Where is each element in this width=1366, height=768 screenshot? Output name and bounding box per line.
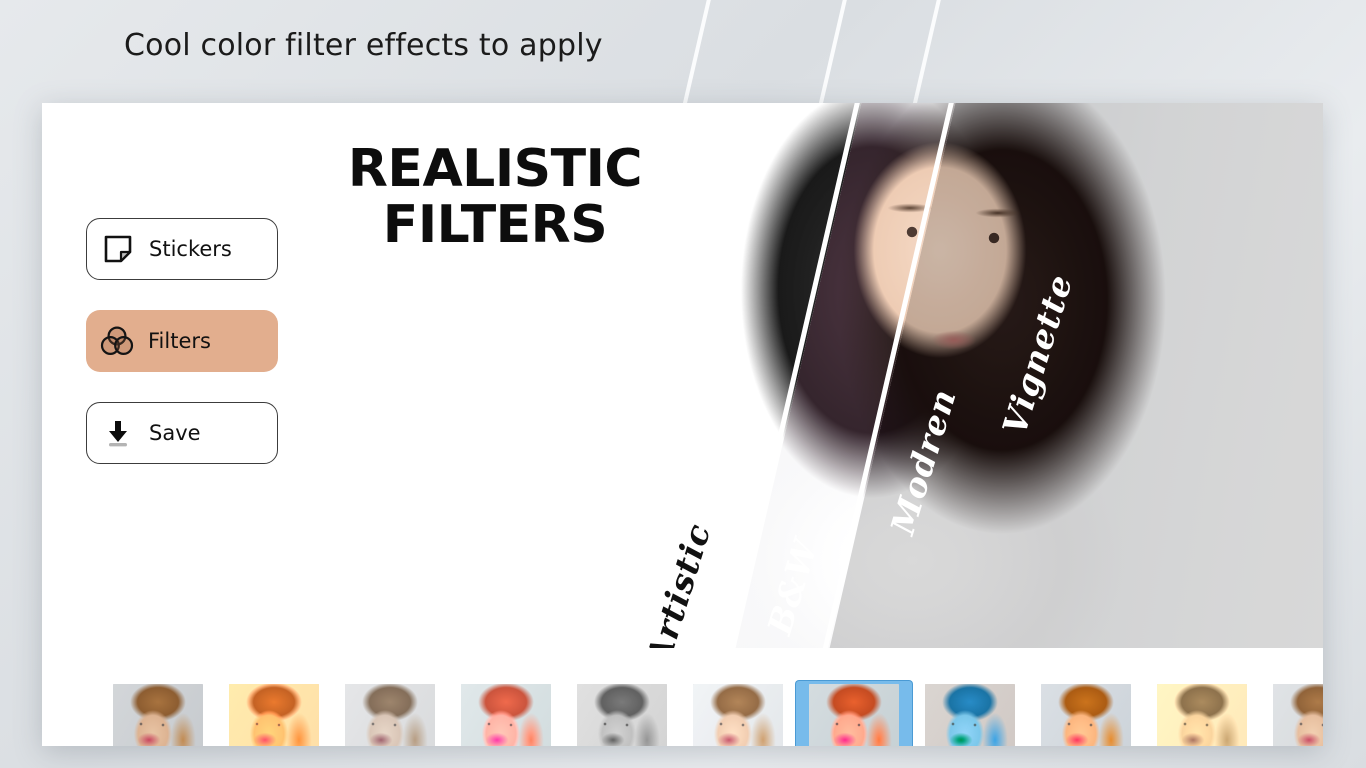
- portrait-thumb: [1157, 684, 1247, 746]
- venn-circles-icon: [86, 325, 148, 357]
- streak-line: [901, 0, 950, 110]
- portrait-thumb: [1041, 684, 1131, 746]
- download-arrow-icon: [87, 418, 149, 448]
- streak-line: [807, 0, 856, 110]
- filter-thumb-image: [229, 684, 319, 746]
- portrait-thumb: [925, 684, 1015, 746]
- portrait-thumb: [345, 684, 435, 746]
- filter-thumb-alone[interactable]: Alone: [216, 681, 332, 746]
- filter-thumb-image: [345, 684, 435, 746]
- filter-thumb-image: [461, 684, 551, 746]
- portrait-thumb: [577, 684, 667, 746]
- portrait-thumb: [809, 684, 899, 746]
- title-line-2: FILTERS: [382, 195, 608, 256]
- filter-thumb-fog[interactable]: Fog: [332, 681, 448, 746]
- filters-label: Filters: [148, 329, 211, 353]
- filter-thumb-image: [1157, 684, 1247, 746]
- portrait-thumb: [229, 684, 319, 746]
- streak-line: [671, 0, 720, 110]
- filter-strip[interactable]: OriginalAloneFogpinkB&WLomoFreshBluesBea…: [100, 681, 1323, 746]
- filter-thumb-foundation[interactable]: Foundation: [1260, 681, 1323, 746]
- filter-thumb-image: [577, 684, 667, 746]
- filter-thumb-sepia[interactable]: Sepia: [1144, 681, 1260, 746]
- app-card: Artistic B&W Modren Vignette REALISTIC F…: [42, 103, 1323, 746]
- filter-thumb-b-w[interactable]: B&W: [564, 681, 680, 746]
- filter-thumb-blues[interactable]: Blues: [912, 681, 1028, 746]
- filter-thumb-fresh[interactable]: Fresh: [796, 681, 912, 746]
- save-label: Save: [149, 421, 201, 445]
- filter-thumb-image: [113, 684, 203, 746]
- portrait-thumb: [693, 684, 783, 746]
- filter-thumb-image: [1273, 684, 1323, 746]
- filter-thumb-beauty[interactable]: Beauty: [1028, 681, 1144, 746]
- filter-thumb-image: [925, 684, 1015, 746]
- title-line-1: REALISTIC: [347, 139, 643, 199]
- filter-thumb-image: [693, 684, 783, 746]
- filter-thumbnail-list: OriginalAloneFogpinkB&WLomoFreshBluesBea…: [100, 681, 1323, 746]
- page-headline: Cool color filter effects to apply: [124, 28, 603, 63]
- sticker-icon: [87, 234, 149, 264]
- filter-thumb-image: [1041, 684, 1131, 746]
- stickers-button[interactable]: Stickers: [86, 218, 278, 280]
- left-toolbar: Stickers Filters Save: [86, 218, 278, 494]
- page-title: REALISTIC FILTERS: [330, 141, 660, 253]
- filters-button[interactable]: Filters: [86, 310, 278, 372]
- save-button[interactable]: Save: [86, 402, 278, 464]
- filter-thumb-image: [809, 684, 899, 746]
- portrait-thumb: [461, 684, 551, 746]
- filter-thumb-pink[interactable]: pink: [448, 681, 564, 746]
- portrait-thumb: [1273, 684, 1323, 746]
- filter-thumb-lomo[interactable]: Lomo: [680, 681, 796, 746]
- stickers-label: Stickers: [149, 237, 232, 261]
- filter-thumb-original[interactable]: Original: [100, 681, 216, 746]
- portrait-thumb: [113, 684, 203, 746]
